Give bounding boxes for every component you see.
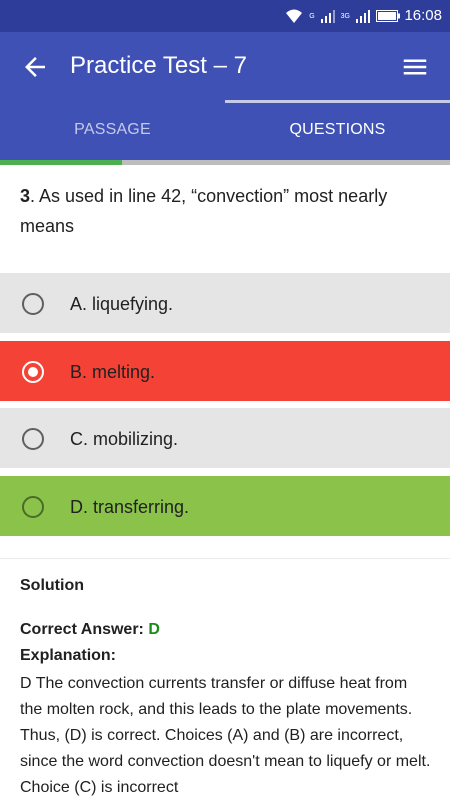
tab-bar: PASSAGE QUESTIONS — [0, 100, 450, 160]
tab-indicator — [225, 100, 450, 103]
wifi-icon — [286, 9, 303, 23]
explanation-label: Explanation: — [20, 647, 117, 664]
explanation-text: D The convection currents transfer or di… — [20, 675, 431, 796]
radio-unchecked-icon — [22, 293, 44, 315]
status-time: 16:08 — [404, 7, 442, 24]
arrow-left-icon — [25, 57, 45, 77]
option-a-label: A. liquefying. — [70, 294, 174, 314]
radio-unchecked-icon — [22, 428, 44, 450]
option-a[interactable]: A. liquefying. — [0, 273, 450, 333]
divider — [0, 558, 450, 559]
question-text: 3. As used in line 42, “convection” most… — [20, 181, 435, 241]
status-icons: G 3G — [285, 6, 400, 26]
page-title: Practice Test – 7 — [70, 52, 247, 79]
tab-passage[interactable]: PASSAGE — [0, 100, 225, 160]
question-number: 3 — [20, 186, 31, 206]
radio-checked-icon — [22, 361, 44, 383]
network-type-label-2: 3G — [340, 12, 350, 20]
correct-answer: Correct Answer: D — [20, 621, 160, 639]
solution-heading: Solution — [20, 577, 84, 594]
correct-answer-label: Correct Answer: — [20, 621, 149, 638]
option-c-label: C. mobilizing. — [70, 429, 179, 449]
question-body: . As used in line 42, “convection” most … — [20, 186, 388, 236]
correct-answer-value: D — [148, 621, 160, 638]
signal-icon-2 — [356, 10, 370, 23]
option-b-label: B. melting. — [70, 362, 156, 382]
status-bar: G 3G 16:08 — [0, 0, 450, 32]
menu-button[interactable] — [400, 52, 430, 82]
hamburger-menu-icon — [403, 59, 427, 75]
progress-bar — [0, 160, 450, 165]
option-d[interactable]: D. transferring. — [0, 476, 450, 536]
option-b[interactable]: B. melting. — [0, 341, 450, 401]
app-bar: Practice Test – 7 — [0, 32, 450, 100]
radio-unchecked-icon — [22, 496, 44, 518]
battery-icon — [376, 10, 400, 22]
option-c[interactable]: C. mobilizing. — [0, 408, 450, 468]
network-type-label: G — [309, 12, 315, 20]
option-d-label: D. transferring. — [70, 497, 190, 517]
progress-fill — [0, 160, 122, 165]
tab-questions[interactable]: QUESTIONS — [225, 100, 450, 160]
signal-icon — [320, 10, 335, 23]
back-button[interactable] — [20, 52, 50, 82]
